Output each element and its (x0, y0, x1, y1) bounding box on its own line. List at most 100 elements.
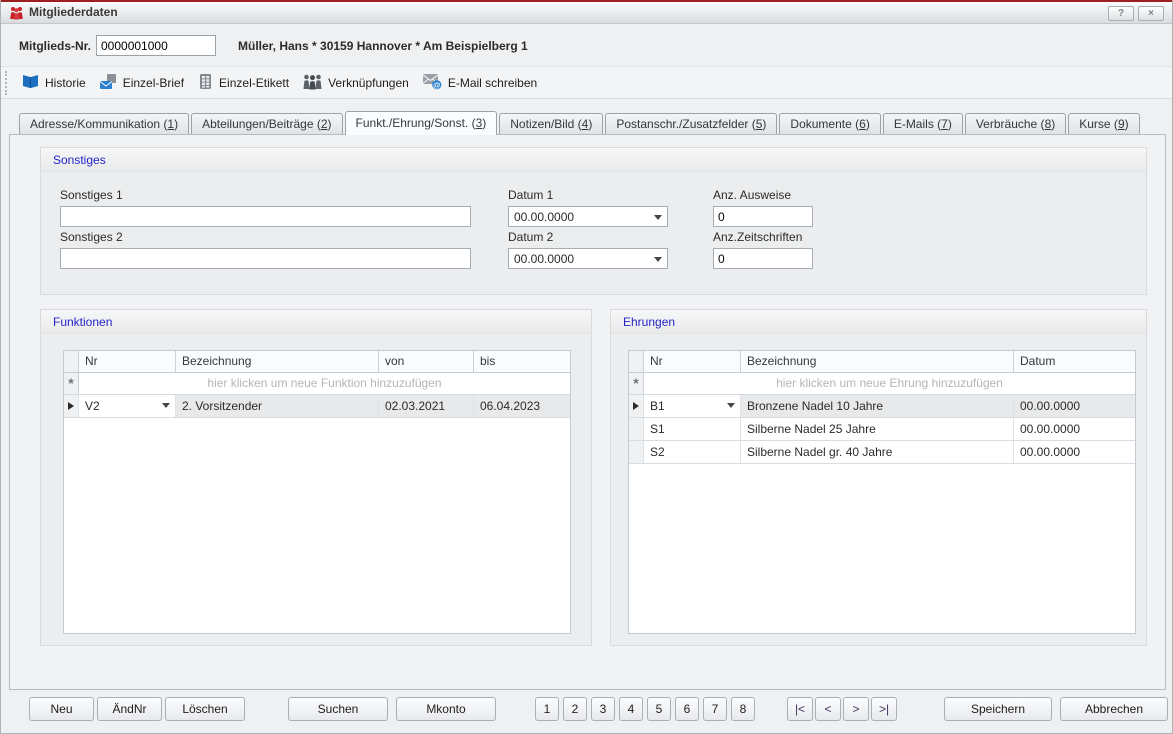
funktion-bis-cell[interactable]: 06.04.2023 (474, 395, 570, 417)
column-header-bezeichnung: Bezeichnung (741, 351, 1014, 373)
einzel-etikett-button[interactable]: Einzel-Etikett (197, 73, 289, 93)
sonstiges2-label: Sonstiges 2 (60, 230, 123, 244)
ehrung-nr-cell[interactable]: S1 (644, 418, 741, 440)
row-selector (64, 395, 79, 417)
suchen-button[interactable]: Suchen (288, 697, 388, 721)
first-record-button[interactable]: |< (787, 697, 813, 721)
tab-dokumente[interactable]: Dokumente (6) (779, 113, 880, 134)
ehrung-bezeichnung-cell[interactable]: Bronzene Nadel 10 Jahre (741, 395, 1014, 417)
tab-notizen-bild[interactable]: Notizen/Bild (4) (499, 113, 603, 134)
ehrung-datum-cell[interactable]: 00.00.0000 (1014, 441, 1135, 463)
single-label-icon (197, 73, 214, 93)
funktionen-table-empty-area[interactable] (64, 418, 570, 633)
tab-emails[interactable]: E-Mails (7) (883, 113, 963, 134)
verknuepfungen-button[interactable]: Verknüpfungen (302, 73, 409, 93)
last-record-button[interactable]: >| (871, 697, 897, 721)
chevron-down-icon (654, 257, 662, 262)
ehrungen-table: Nr Bezeichnung Datum * hier klicken um n… (628, 350, 1136, 634)
ehrung-nr-combo[interactable]: B1 (644, 395, 741, 417)
einzel-brief-button[interactable]: Einzel-Brief (99, 73, 184, 93)
column-header-nr: Nr (644, 351, 741, 373)
titlebar[interactable]: Mitgliederdaten ? × (1, 2, 1172, 24)
ehrungen-row-s2[interactable]: S2 Silberne Nadel gr. 40 Jahre 00.00.000… (629, 441, 1135, 464)
datum1-combo[interactable]: 00.00.0000 (508, 206, 668, 227)
page-button-2[interactable]: 2 (563, 697, 587, 721)
row-selector (629, 418, 644, 440)
ehrung-datum-cell[interactable]: 00.00.0000 (1014, 395, 1135, 417)
column-header-bis: bis (474, 351, 570, 373)
toolbar-grip[interactable] (5, 71, 8, 95)
sonstiges-group: Sonstiges Sonstiges 1 Sonstiges 2 Datum … (40, 147, 1147, 295)
ehrung-bezeichnung-cell[interactable]: Silberne Nadel 25 Jahre (741, 418, 1014, 440)
tab-kurse[interactable]: Kurse (9) (1068, 113, 1139, 134)
sonstiges1-input[interactable] (60, 206, 471, 227)
funktion-von-cell[interactable]: 02.03.2021 (379, 395, 474, 417)
page-button-4[interactable]: 4 (619, 697, 643, 721)
email-schreiben-label: E-Mail schreiben (448, 76, 537, 90)
abbrechen-button[interactable]: Abbrechen (1060, 697, 1168, 721)
members-app-icon (9, 6, 24, 23)
page-button-3[interactable]: 3 (591, 697, 615, 721)
einzel-brief-label: Einzel-Brief (123, 76, 184, 90)
tab-adresse-kommunikation[interactable]: Adresse/Kommunikation (1) (19, 113, 189, 134)
tab-abteilungen-beitraege[interactable]: Abteilungen/Beiträge (2) (191, 113, 342, 134)
next-record-button[interactable]: > (843, 697, 869, 721)
ehrungen-row-s1[interactable]: S1 Silberne Nadel 25 Jahre 00.00.0000 (629, 418, 1135, 441)
ehrungen-row-b1[interactable]: B1 Bronzene Nadel 10 Jahre 00.00.0000 (629, 395, 1135, 418)
tab-funkt-ehrung-sonst[interactable]: Funkt./Ehrung/Sonst. (3) (345, 111, 498, 135)
historie-label: Historie (45, 76, 86, 90)
anz-zeitschriften-input[interactable] (713, 248, 813, 269)
footer-bar: Neu ÄndNr Löschen Suchen Mkonto 1 2 3 4 … (1, 689, 1172, 733)
email-schreiben-button[interactable]: @ E-Mail schreiben (422, 72, 537, 93)
tab-verbraeuche[interactable]: Verbräuche (8) (965, 113, 1066, 134)
funktionen-row-v2[interactable]: V2 2. Vorsitzender 02.03.2021 06.04.2023 (64, 395, 570, 418)
datum1-label: Datum 1 (508, 188, 553, 202)
anz-ausweise-label: Anz. Ausweise (713, 188, 791, 202)
loeschen-button[interactable]: Löschen (165, 697, 245, 721)
chevron-down-icon (162, 403, 170, 408)
current-row-arrow-icon (633, 402, 639, 410)
anz-ausweise-input[interactable] (713, 206, 813, 227)
close-button[interactable]: × (1138, 6, 1164, 21)
row-selector (629, 395, 644, 417)
datum2-combo[interactable]: 00.00.0000 (508, 248, 668, 269)
member-no-input[interactable] (96, 35, 216, 56)
funktionen-table-header: Nr Bezeichnung von bis (64, 351, 570, 373)
anz-zeitschriften-label: Anz.Zeitschriften (713, 230, 802, 244)
historie-button[interactable]: Historie (21, 73, 86, 93)
row-selector (629, 441, 644, 463)
column-header-von: von (379, 351, 474, 373)
ehrung-bezeichnung-cell[interactable]: Silberne Nadel gr. 40 Jahre (741, 441, 1014, 463)
column-header-datum: Datum (1014, 351, 1135, 373)
neu-button[interactable]: Neu (29, 697, 94, 721)
member-data-window: Mitgliederdaten ? × Mitglieds-Nr. Müller… (0, 0, 1173, 734)
funktionen-new-row[interactable]: * hier klicken um neue Funktion hinzuzuf… (64, 373, 570, 395)
funktionen-new-row-hint: hier klicken um neue Funktion hinzuzufüg… (79, 373, 570, 394)
help-button[interactable]: ? (1108, 6, 1134, 21)
speichern-button[interactable]: Speichern (944, 697, 1052, 721)
page-button-5[interactable]: 5 (647, 697, 671, 721)
page-button-7[interactable]: 7 (703, 697, 727, 721)
page-button-6[interactable]: 6 (675, 697, 699, 721)
ehrung-datum-cell[interactable]: 00.00.0000 (1014, 418, 1135, 440)
single-letter-icon (99, 73, 118, 93)
previous-record-button[interactable]: < (815, 697, 841, 721)
funktion-nr-combo[interactable]: V2 (79, 395, 176, 417)
ehrung-nr-cell[interactable]: S2 (644, 441, 741, 463)
ehrungen-table-empty-area[interactable] (629, 464, 1135, 633)
page-button-8[interactable]: 8 (731, 697, 755, 721)
funktion-bezeichnung-cell[interactable]: 2. Vorsitzender (176, 395, 379, 417)
aendnr-button[interactable]: ÄndNr (97, 697, 162, 721)
chevron-down-icon (654, 215, 662, 220)
page-button-1[interactable]: 1 (535, 697, 559, 721)
sonstiges1-label: Sonstiges 1 (60, 188, 123, 202)
svg-text:@: @ (433, 80, 440, 89)
ehrungen-new-row[interactable]: * hier klicken um neue Ehrung hinzuzufüg… (629, 373, 1135, 395)
funktionen-group-title: Funktionen (41, 310, 591, 334)
tab-content-panel: Sonstiges Sonstiges 1 Sonstiges 2 Datum … (9, 134, 1166, 690)
tabstrip: Adresse/Kommunikation (1) Abteilungen/Be… (19, 111, 1142, 134)
mkonto-button[interactable]: Mkonto (396, 697, 496, 721)
sonstiges2-input[interactable] (60, 248, 471, 269)
tab-postanschr-zusatzfelder[interactable]: Postanschr./Zusatzfelder (5) (605, 113, 777, 134)
datum2-label: Datum 2 (508, 230, 553, 244)
